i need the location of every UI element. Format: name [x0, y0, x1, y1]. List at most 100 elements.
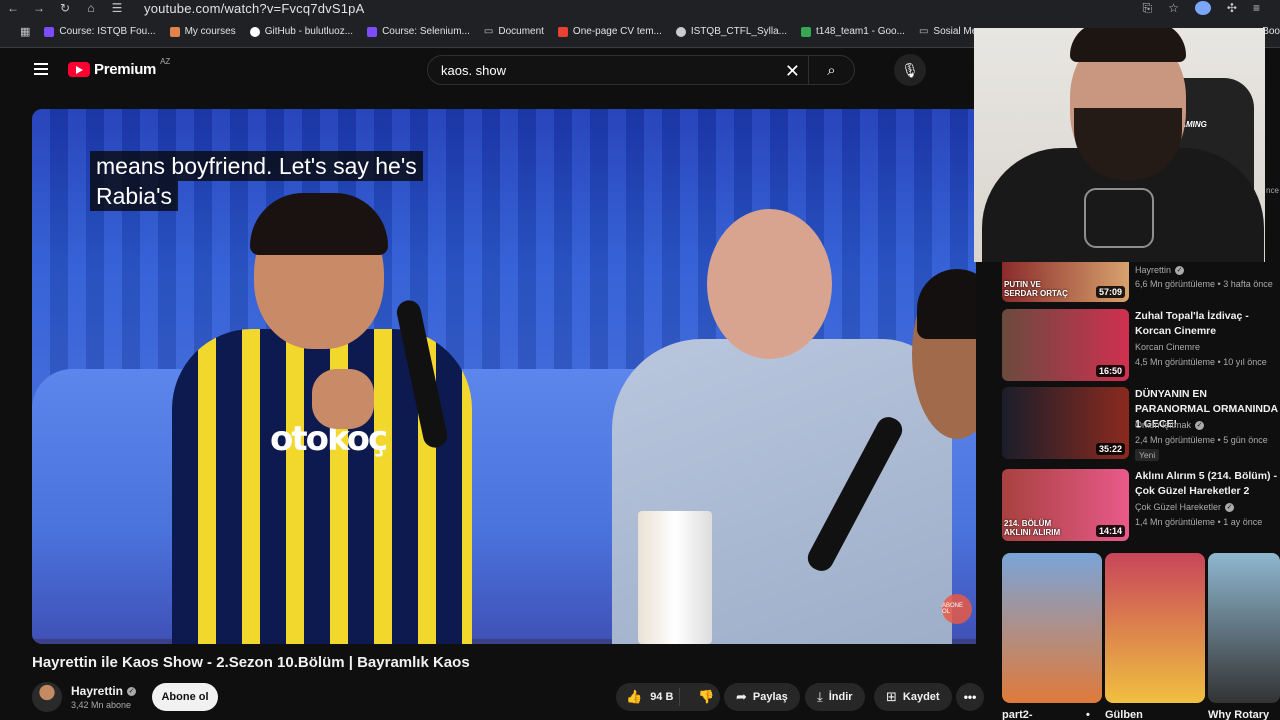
thumbs-up-icon: 👍 — [626, 689, 643, 704]
bookmark-folder[interactable]: ▭ Sosial Me — [919, 26, 977, 37]
profile-avatar[interactable] — [1194, 1, 1211, 15]
folder-icon: ▭ — [918, 26, 929, 37]
shorts-shelf: part2- • Gülben Why Rotary — [1002, 553, 1280, 720]
sheets-icon — [801, 26, 811, 37]
forward-icon[interactable]: → — [26, 1, 52, 15]
bookmark-item[interactable]: GitHub - bulutluoz... — [249, 26, 353, 37]
short-title[interactable]: part2- — [1002, 709, 1033, 720]
download-label: İndir — [828, 691, 853, 703]
bookmark-favicon-icon — [557, 26, 568, 37]
dislike-button[interactable]: 👎 — [686, 689, 714, 705]
video-meta: 6,6 Mn görüntüleme • 3 hafta önce — [1135, 279, 1273, 289]
video-duration: 14:14 — [1095, 525, 1125, 537]
microphone-icon: 🎙 — [901, 61, 919, 78]
bookmark-item[interactable]: One-page CV tem... — [557, 26, 662, 37]
video-thumbnail[interactable]: PUTIN VE SERDAR ORTAÇ 57:09 — [1002, 262, 1129, 302]
extensions-icon[interactable]: ✣ — [1227, 1, 1237, 15]
video-title: Hayrettin ile Kaos Show - 2.Sezon 10.Böl… — [32, 654, 470, 671]
like-count: 94 B — [650, 691, 674, 703]
reload-icon[interactable]: ↻ — [52, 1, 78, 15]
subscribe-watermark[interactable]: ABONE OL — [942, 594, 972, 624]
verified-icon: ✓ — [1225, 502, 1235, 512]
short-title[interactable]: Gülben — [1105, 709, 1143, 720]
thumbs-down-icon: 👎 — [698, 689, 715, 704]
shirt-graphic — [1084, 188, 1154, 248]
video-title[interactable]: Aklını Alırım 5 (214. Bölüm) - Çok Güzel… — [1135, 469, 1280, 499]
caption-line: Rabia's — [90, 181, 178, 211]
bookmark-favicon-icon — [44, 26, 55, 37]
recommendation-item[interactable]: 214. BÖLÜM AKLINI ALIRIM 14:14 Aklını Al… — [1002, 469, 1280, 541]
channel-name-row[interactable]: Çok Güzel Hareketler ✓ — [1135, 502, 1235, 512]
search-box: ✕ ⌕ — [427, 55, 855, 85]
short-menu-icon[interactable]: • — [1086, 709, 1090, 720]
youtube-logo[interactable]: Premium AZ — [68, 57, 170, 78]
thumbnail-caption: PUTIN VE SERDAR ORTAÇ — [1004, 280, 1068, 298]
subscriber-count: 3,42 Mn abone — [71, 700, 132, 710]
channel-avatar[interactable] — [32, 682, 62, 712]
video-duration: 16:50 — [1095, 365, 1125, 377]
bookmark-item[interactable]: Course: ISTQB Fou... — [44, 26, 156, 37]
voice-search-button[interactable]: 🎙 — [894, 54, 926, 86]
menu-icon[interactable] — [34, 63, 48, 75]
github-icon — [249, 26, 260, 37]
webcam-hair — [1070, 28, 1186, 62]
share-button[interactable]: ➦ Paylaş — [724, 683, 800, 711]
verified-icon: ✓ — [127, 686, 137, 696]
short-title[interactable]: Why Rotary — [1208, 709, 1269, 720]
video-thumbnail[interactable]: 35:22 — [1002, 387, 1129, 459]
bookmark-folder[interactable]: ▭ Document — [484, 26, 544, 37]
logo-text: Premium — [94, 61, 157, 78]
video-thumbnail[interactable]: 214. BÖLÜM AKLINI ALIRIM 14:14 — [1002, 469, 1129, 541]
bookmark-favicon-icon — [169, 26, 180, 37]
address-bar-url[interactable]: youtube.com/watch?v=Fvcq7dvS1pA — [144, 1, 364, 16]
globe-icon — [675, 26, 686, 37]
recommendation-item[interactable]: 16:50 Zuhal Topal'la İzdivaç - Korcan Ci… — [1002, 309, 1280, 381]
bookmark-item[interactable]: ISTQB_CTFL_Sylla... — [675, 26, 787, 37]
partial-meta-text: nce — [1266, 186, 1279, 195]
channel-name-row[interactable]: Hayrettin ✓ — [1135, 265, 1185, 275]
youtube-play-icon — [68, 62, 90, 77]
subscribe-button[interactable]: Abone ol — [152, 683, 218, 711]
share-label: Paylaş — [752, 691, 788, 703]
clear-search-icon[interactable]: ✕ — [785, 61, 800, 82]
video-meta: 1,4 Mn görüntüleme • 1 ay önce — [1135, 517, 1263, 527]
short-thumbnail[interactable] — [1208, 553, 1280, 703]
short-thumbnail[interactable] — [1002, 553, 1102, 703]
channel-name-row[interactable]: Orkun Işıtmak ✓ — [1135, 420, 1205, 430]
search-icon: ⌕ — [827, 61, 836, 79]
install-icon[interactable]: ⎘ — [1143, 1, 1153, 16]
like-button[interactable]: 👍 94 B — [616, 688, 680, 706]
short-thumbnail[interactable] — [1105, 553, 1205, 703]
country-code: AZ — [160, 57, 171, 66]
folder-icon: ▭ — [483, 26, 494, 37]
reading-list-icon[interactable]: ≡ — [1253, 1, 1260, 15]
download-icon: ⤓ — [817, 689, 823, 704]
apps-grid-icon[interactable]: ▦ — [20, 25, 30, 38]
bookmark-favicon-icon — [367, 26, 378, 37]
site-info-icon[interactable]: ☰ — [104, 1, 130, 15]
save-button[interactable]: ⊞ Kaydet — [874, 683, 952, 711]
channel-name-row[interactable]: Korcan Cinemre — [1135, 342, 1200, 352]
verified-icon: ✓ — [1175, 265, 1185, 275]
search-button[interactable]: ⌕ — [808, 56, 854, 84]
caption-line: means boyfriend. Let's say he's — [90, 151, 423, 181]
recommendation-item[interactable]: 35:22 DÜNYANIN EN PARANORMAL ORMANINDA 1… — [1002, 387, 1280, 461]
bookmark-item[interactable]: My courses — [169, 26, 236, 37]
video-frame-cup — [638, 511, 712, 644]
video-title[interactable]: Zuhal Topal'la İzdivaç - Korcan Cinemre — [1135, 309, 1280, 339]
bookmark-item[interactable]: Course: Selenium... — [367, 26, 470, 37]
home-icon[interactable]: ⌂ — [78, 1, 104, 15]
back-icon[interactable]: ← — [0, 1, 26, 15]
save-playlist-icon: ⊞ — [886, 689, 897, 704]
share-icon: ➦ — [736, 689, 747, 704]
download-button[interactable]: ⤓ İndir — [805, 683, 865, 711]
video-player[interactable]: otokoç means boyfriend. Let's say he's R… — [32, 109, 976, 644]
video-meta: 4,5 Mn görüntüleme • 10 yıl önce — [1135, 357, 1267, 367]
bookmark-item[interactable]: t148_team1 - Goo... — [801, 26, 905, 37]
video-thumbnail[interactable]: 16:50 — [1002, 309, 1129, 381]
bookmark-star-icon[interactable]: ☆ — [1168, 1, 1179, 15]
search-input[interactable] — [428, 62, 788, 78]
channel-name-row[interactable]: Hayrettin ✓ — [71, 684, 137, 698]
browser-toolbar: ← → ↻ ⌂ ☰ youtube.com/watch?v=Fvcq7dvS1p… — [0, 0, 1280, 16]
more-actions-button[interactable]: ••• — [956, 683, 984, 711]
